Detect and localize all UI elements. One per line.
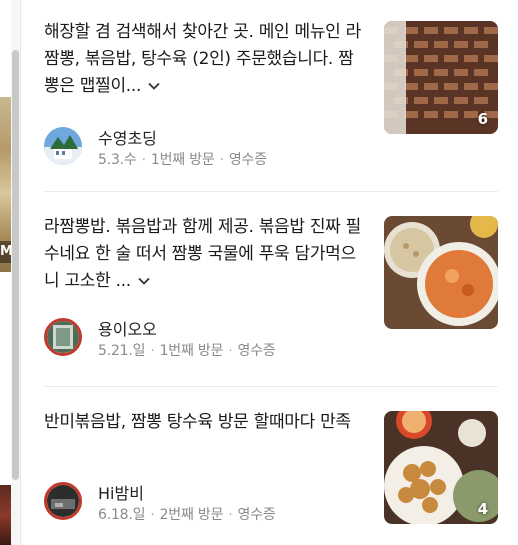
visit-count: 1번째 방문 (159, 343, 224, 359)
author-name[interactable]: Hi밤비 (98, 480, 144, 504)
review-author[interactable]: Hi밤비 6.18.일 · 2번째 방문 · 영수증 (44, 480, 364, 523)
avatar[interactable] (44, 318, 82, 356)
chevron-down-icon[interactable] (137, 274, 151, 288)
review-photo[interactable]: 6 (384, 21, 498, 134)
review-meta: 6.18.일 · 2번째 방문 · 영수증 (98, 507, 276, 523)
review-photo[interactable] (384, 216, 498, 329)
verification-badge: 영수증 (237, 343, 276, 359)
visit-date: 5.21.일 (98, 343, 146, 359)
scrollbar-thumb[interactable] (12, 50, 19, 480)
review-body: 반미볶음밥, 짬뽕 탕수육 방문 할때마다 만족 (44, 412, 351, 432)
previous-photo-label: M (0, 241, 11, 263)
panel-divider (20, 0, 21, 545)
photo-count: 4 (477, 500, 488, 518)
previous-photo[interactable]: M (0, 97, 11, 272)
verification-badge: 영수증 (237, 507, 276, 523)
review-text[interactable]: 라짬뽕밥. 볶음밥과 함께 제공. 볶음밥 진짜 필수네요 한 술 떠서 짬뽕 … (44, 214, 364, 295)
review-body: 라짬뽕밥. 볶음밥과 함께 제공. 볶음밥 진짜 필수네요 한 술 떠서 짬뽕 … (44, 217, 361, 291)
review-author[interactable]: 수영초딩 5.3.수 · 1번째 방문 · 영수증 (44, 125, 364, 168)
review-item[interactable]: 해장할 겸 검색해서 찾아간 곳. 메인 메뉴인 라 짬뽕, 볶음밥, 탕수육 … (44, 19, 498, 179)
visit-count: 1번째 방문 (150, 152, 215, 168)
photo-count: 6 (477, 110, 488, 128)
avatar[interactable] (44, 482, 82, 520)
verification-badge: 영수증 (228, 152, 267, 168)
chevron-down-icon[interactable] (147, 79, 161, 93)
review-item[interactable]: 라짬뽕밥. 볶음밥과 함께 제공. 볶음밥 진짜 필수네요 한 술 떠서 짬뽕 … (44, 214, 498, 374)
avatar[interactable] (44, 127, 82, 165)
review-author[interactable]: 용이오오 5.21.일 · 1번째 방문 · 영수증 (44, 316, 364, 359)
review-divider (44, 386, 498, 387)
review-text[interactable]: 반미볶음밥, 짬뽕 탕수육 방문 할때마다 만족 (44, 409, 364, 436)
author-name[interactable]: 용이오오 (98, 316, 157, 340)
visit-count: 2번째 방문 (159, 507, 224, 523)
visit-date: 6.18.일 (98, 507, 146, 523)
visit-date: 5.3.수 (98, 152, 137, 168)
review-meta: 5.21.일 · 1번째 방문 · 영수증 (98, 343, 276, 359)
review-text[interactable]: 해장할 겸 검색해서 찾아간 곳. 메인 메뉴인 라 짬뽕, 볶음밥, 탕수육 … (44, 19, 364, 100)
author-name[interactable]: 수영초딩 (98, 125, 157, 149)
review-photo[interactable]: 4 (384, 411, 498, 524)
previous-photo-bottom[interactable] (0, 485, 11, 545)
review-item[interactable]: 반미볶음밥, 짬뽕 탕수육 방문 할때마다 만족 Hi밤비 6.18.일 · 2번째… (44, 409, 498, 545)
review-divider (44, 191, 498, 192)
review-meta: 5.3.수 · 1번째 방문 · 영수증 (98, 152, 267, 168)
review-body: 해장할 겸 검색해서 찾아간 곳. 메인 메뉴인 라 짬뽕, 볶음밥, 탕수육 … (44, 22, 361, 96)
